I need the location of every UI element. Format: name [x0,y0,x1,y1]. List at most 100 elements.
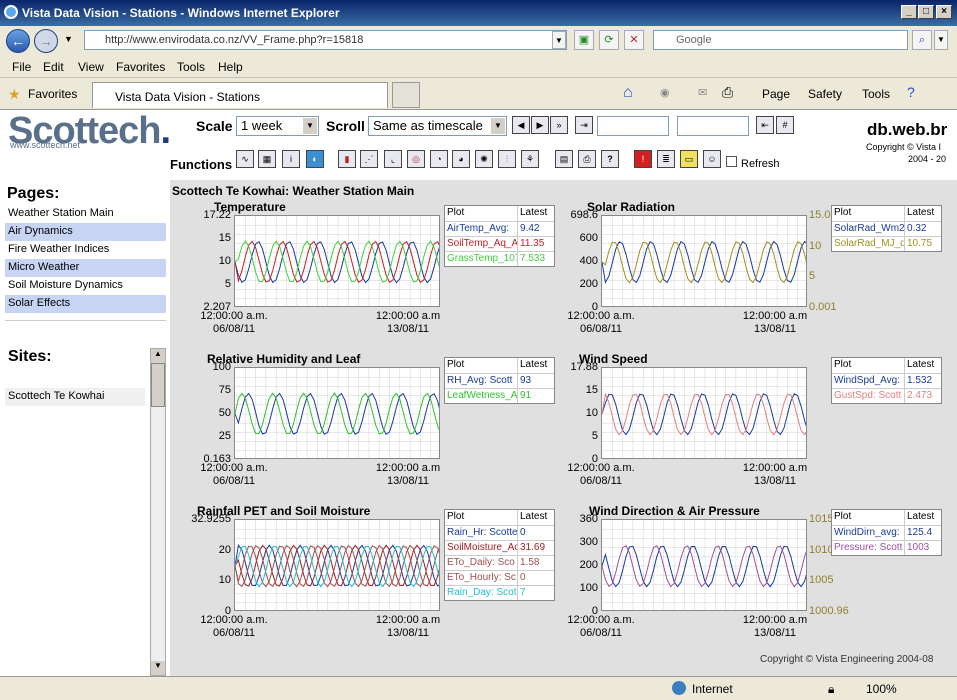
feeds-icon[interactable]: ◉ [660,86,670,99]
zoom-level[interactable]: 100% [866,682,897,696]
wind-rose-icon[interactable]: ✺ [475,150,493,168]
table-icon[interactable]: ▦ [258,150,276,168]
scroll-fast-forward-icon[interactable]: » [550,116,568,134]
bar-graph-icon[interactable]: ▮ [338,150,356,168]
legend-row[interactable]: Rain_Hr: Scotte 0 [445,525,554,540]
xy-graph-icon[interactable]: ⌞ [384,150,402,168]
legend-row[interactable]: SoilMoisture_Ac 31.69 [445,540,554,555]
legend-row[interactable]: WindSpd_Avg: 1.532 [832,373,941,388]
legend-row[interactable]: ETo_Hourly: Sc 0 [445,570,554,585]
stop-icon[interactable]: ✕ [624,30,644,50]
grid-toggle-icon[interactable]: # [776,116,794,134]
menu-favorites[interactable]: Favorites [116,60,165,74]
legend-series-name[interactable]: AirTemp_Avg: [445,222,518,236]
refresh-icon[interactable]: ⟳ [599,30,619,50]
print-icon[interactable]: ⎙ [722,84,733,101]
globe-icon[interactable]: ◐ [306,150,324,168]
legend-series-name[interactable]: SoilMoisture_Ac [445,541,518,555]
legend-row[interactable]: SolarRad_Wm2 0.32 [832,221,941,236]
history-dropdown-icon[interactable]: ▼ [64,34,73,44]
save-icon[interactable]: ▤ [555,150,573,168]
legend-series-name[interactable]: SolarRad_MJ_d [832,237,905,251]
menu-file[interactable]: File [12,60,31,74]
protected-mode-icon[interactable]: 🔒︎ [828,682,834,697]
scroll-back-icon[interactable]: ◀ [512,116,530,134]
maximize-button[interactable]: □ [918,5,934,19]
forward-button[interactable]: → [34,29,58,53]
legend-series-name[interactable]: SoilTemp_Aq_A [445,237,518,251]
legend-row[interactable]: AirTemp_Avg: 9.42 [445,221,554,236]
pie-chart-icon[interactable]: ◔ [430,150,448,168]
page-link-soil-moisture-dynamics[interactable]: Soil Moisture Dynamics [5,277,166,295]
menu-edit[interactable]: Edit [43,60,64,74]
scatter-graph-icon[interactable]: ⋰ [360,150,378,168]
target-icon[interactable]: ◎ [407,150,425,168]
legend-row[interactable]: RH_Avg: Scott 93 [445,373,554,388]
close-button[interactable]: × [936,5,952,19]
scroll-up-icon[interactable]: ▲ [151,349,165,363]
legend-row[interactable]: LeafWetness_Av 91 [445,388,554,403]
back-button[interactable]: ← [6,29,30,53]
minimize-button[interactable]: _ [901,5,917,19]
legend-series-name[interactable]: GustSpd: Scott [832,389,905,403]
legend-series-name[interactable]: ETo_Daily: Sco [445,556,518,570]
legend-series-name[interactable]: Rain_Day: Scot [445,586,518,600]
gauge-icon[interactable]: ◕ [452,150,470,168]
legend-row[interactable]: Rain_Day: Scot 7 [445,585,554,600]
mail-icon[interactable]: ✉ [698,86,707,99]
legend-row[interactable]: WindDirn_avg: 125.4 [832,525,941,540]
menu-help[interactable]: Help [218,60,243,74]
legend-row[interactable]: GustSpd: Scott 2.473 [832,388,941,403]
menu-tools[interactable]: Tools [177,60,205,74]
legend-series-name[interactable]: SolarRad_Wm2 [832,222,905,236]
home-icon[interactable]: ⌂ [623,84,633,102]
legend-series-name[interactable]: RH_Avg: Scott [445,374,518,388]
address-bar[interactable]: http://www.envirodata.co.nz/VV_Frame.php… [84,30,567,50]
address-dropdown-icon[interactable]: ▼ [552,31,566,49]
turbine-icon[interactable]: ⚘ [521,150,539,168]
legend-row[interactable]: SoilTemp_Aq_A 11.35 [445,236,554,251]
page-link-fire-weather-indices[interactable]: Fire Weather Indices [5,241,166,259]
scroll-thumb[interactable] [151,363,165,407]
search-options-icon[interactable]: ▼ [934,30,948,50]
page-link-weather-station-main[interactable]: Weather Station Main [5,205,166,223]
legend-series-name[interactable]: GrassTemp_107 [445,252,518,266]
page-link-air-dynamics[interactable]: Air Dynamics [5,223,166,241]
legend-series-name[interactable]: ETo_Hourly: Sc [445,571,518,585]
print-page-icon[interactable]: ⎙ [578,150,596,168]
legend-row[interactable]: Pressure: Scott 1003 [832,540,941,555]
tools-menu[interactable]: Tools [862,87,890,101]
page-link-solar-effects[interactable]: Solar Effects [5,295,166,313]
legend-series-name[interactable]: WindSpd_Avg: [832,374,905,388]
sites-scrollbar[interactable]: ▲ ▼ [150,348,166,676]
page-link-micro-weather[interactable]: Micro Weather [5,259,166,277]
help-icon[interactable]: ? [907,84,915,100]
scroll-forward-icon[interactable]: ▶ [531,116,549,134]
safety-menu[interactable]: Safety [808,87,842,101]
menu-view[interactable]: View [78,60,104,74]
page-menu[interactable]: Page [762,87,790,101]
alarm-icon[interactable]: ! [634,150,652,168]
date-to-field[interactable] [677,116,749,136]
scroll-end-icon[interactable]: ⇥ [575,116,593,134]
help-function-icon[interactable]: ? [601,150,619,168]
search-icon[interactable]: ⌕ [912,30,932,50]
report-icon[interactable]: ≣ [657,150,675,168]
legend-series-name[interactable]: Pressure: Scott [832,541,905,555]
scroll-select[interactable]: Same as timescale [368,116,507,136]
search-input[interactable]: Google [653,30,908,50]
legend-series-name[interactable]: Rain_Hr: Scotte [445,526,518,540]
user-icon[interactable]: ☺ [703,150,721,168]
legend-series-name[interactable]: WindDirn_avg: [832,526,905,540]
site-link-scottech-te-kowhai[interactable]: Scottech Te Kowhai [5,388,145,406]
first-page-icon[interactable]: ⇤ [756,116,774,134]
date-from-field[interactable] [597,116,669,136]
legend-row[interactable]: GrassTemp_107 7.533 [445,251,554,266]
legend-row[interactable]: ETo_Daily: Sco 1.58 [445,555,554,570]
scale-select[interactable]: 1 week [236,116,319,136]
note-icon[interactable]: ▭ [680,150,698,168]
legend-series-name[interactable]: LeafWetness_Av [445,389,518,403]
legend-row[interactable]: SolarRad_MJ_d 10.75 [832,236,941,251]
tab-vista-data-vision[interactable]: Vista Data Vision - Stations [92,82,388,108]
multi-graph-icon[interactable]: ⫶ [498,150,516,168]
